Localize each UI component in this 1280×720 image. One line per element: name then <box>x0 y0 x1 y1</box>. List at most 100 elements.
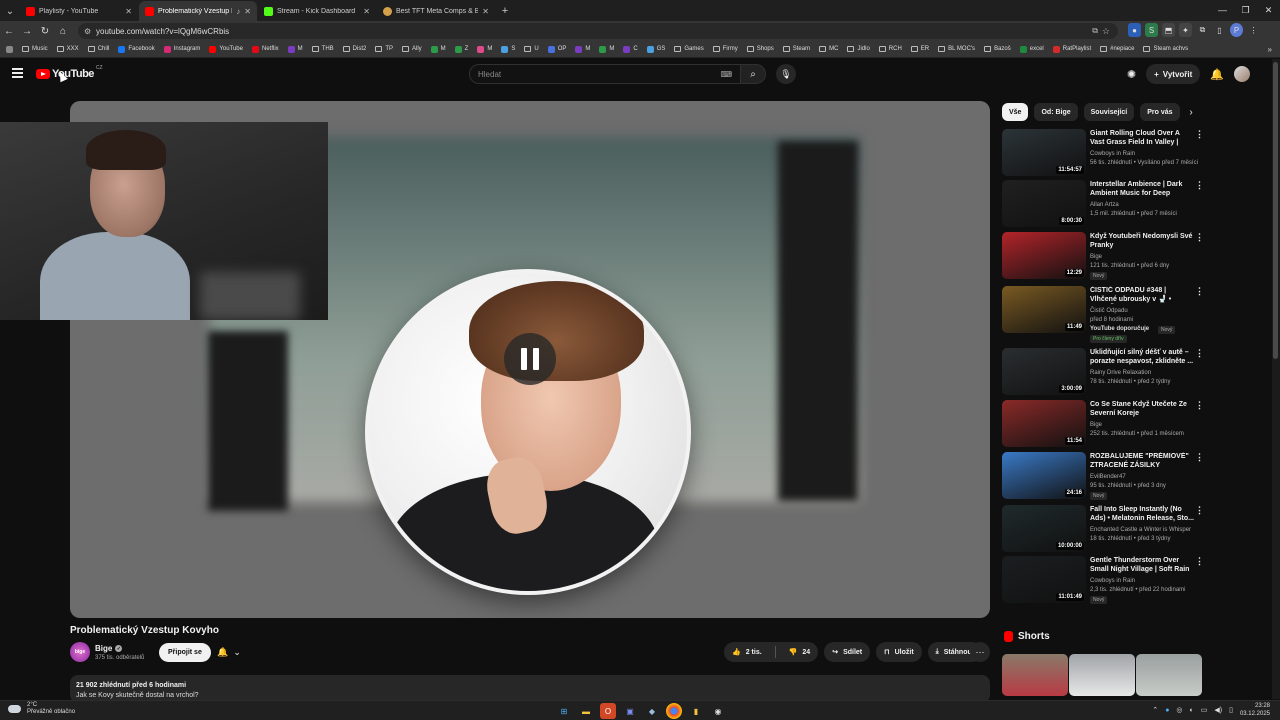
more-bookmarks-icon[interactable]: » <box>1268 45 1272 54</box>
bookmark-item[interactable]: M <box>575 45 590 53</box>
recommendation-channel[interactable]: EvilBender47 <box>1090 474 1126 480</box>
recommendation-title[interactable]: Co Se Stane Když Utečete Ze Severní Kore… <box>1090 400 1194 418</box>
more-options-icon[interactable]: ⋮ <box>1195 348 1204 359</box>
url-input[interactable]: ⚙ youtube.com/watch?v=lQgM6wCRbis ⧉ ☆ <box>78 23 1118 39</box>
search-button[interactable]: ⌕ <box>740 64 766 84</box>
bookmark-item[interactable]: Facebook <box>118 45 155 53</box>
bookmark-item[interactable]: Netflix <box>251 45 279 53</box>
network-icon[interactable]: ▭ <box>1201 706 1208 714</box>
chrome-icon[interactable] <box>666 703 682 719</box>
filter-chip[interactable]: Vše <box>1002 103 1029 121</box>
recommendation-title[interactable]: ČISTIČ ODPADU #348 | Vlhčené ubrousky v … <box>1090 286 1194 304</box>
bookmark-item[interactable]: C <box>623 45 638 53</box>
office-icon[interactable]: O <box>600 703 616 719</box>
recommendation-channel[interactable]: Bige <box>1090 422 1102 428</box>
recommendation-item[interactable]: 11:01:49 Gentle Thunderstorm Over Small N… <box>1002 556 1204 606</box>
more-options-icon[interactable]: ⋮ <box>1195 286 1204 297</box>
recommendation-channel[interactable]: Rainy Drive Relaxation <box>1090 370 1151 376</box>
more-options-icon[interactable]: ⋮ <box>1195 452 1204 463</box>
more-options-icon[interactable]: ⋮ <box>1195 129 1204 140</box>
sidepanel-icon[interactable]: ▯ <box>1213 23 1226 37</box>
apps-icon[interactable] <box>6 45 13 53</box>
recommendation-title[interactable]: Fall Into Sleep Instantly (No Ads) • Mel… <box>1090 505 1194 523</box>
extension-icon[interactable]: ✦ <box>1179 23 1192 37</box>
create-button[interactable]: + Vytvořit <box>1146 64 1201 84</box>
bookmark-item[interactable]: Ally <box>402 46 422 52</box>
filter-chip[interactable]: Pro vás <box>1140 103 1180 121</box>
bookmark-item[interactable]: TP <box>375 46 393 52</box>
volume-icon[interactable]: ◀) <box>1214 706 1222 714</box>
short-thumbnail[interactable] <box>1136 654 1202 696</box>
close-window-icon[interactable]: ✕ <box>1257 0 1280 20</box>
more-options-icon[interactable]: ⋮ <box>1195 180 1204 191</box>
bookmark-item[interactable]: Jidlo <box>847 46 870 52</box>
profile-icon[interactable]: P <box>1230 23 1243 37</box>
tray-chevron-icon[interactable]: ⌃ <box>1152 706 1158 714</box>
video-thumbnail[interactable]: 24:16 <box>1002 452 1086 499</box>
video-thumbnail[interactable]: 8:00:30 <box>1002 180 1086 227</box>
extension-icon[interactable]: ⬒ <box>1162 23 1175 37</box>
bookmark-item[interactable]: Shops <box>746 46 774 52</box>
bookmark-item[interactable]: #nepiace <box>1100 46 1134 52</box>
bookmark-item[interactable]: ER <box>910 46 929 52</box>
bookmark-item[interactable]: Games <box>674 46 704 52</box>
browser-tab-active[interactable]: Problematický Vzestup Kov ♪ ✕ <box>139 1 257 21</box>
account-avatar[interactable] <box>1234 66 1250 82</box>
video-thumbnail[interactable]: 11:01:49 <box>1002 556 1086 603</box>
browser-tab[interactable]: Best TFT Meta Comps & Build ✕ <box>377 1 495 21</box>
menu-icon[interactable] <box>12 68 23 80</box>
scrollbar-thumb[interactable] <box>1273 62 1278 359</box>
recommendation-item[interactable]: 10:00:00 Fall Into Sleep Instantly (No Ad… <box>1002 505 1204 555</box>
video-thumbnail[interactable]: 11:49 <box>1002 286 1086 333</box>
tab-close-icon[interactable]: ✕ <box>482 7 489 16</box>
description-box[interactable]: 21 902 zhlédnutí před 6 hodinami Jak se … <box>70 675 990 703</box>
short-thumbnail[interactable] <box>1069 654 1135 696</box>
video-thumbnail[interactable]: 10:00:00 <box>1002 505 1086 552</box>
channel-name[interactable]: Bige ✓ <box>95 644 123 653</box>
subscription-bell-button[interactable]: 🔔 ⌄ <box>212 643 246 662</box>
cast-icon[interactable]: ✺ <box>1127 68 1136 81</box>
save-app-icon[interactable]: ▣ <box>622 703 638 719</box>
bookmark-item[interactable]: RCH <box>878 46 902 52</box>
more-options-icon[interactable]: ⋮ <box>1195 232 1204 243</box>
browser-tab[interactable]: Stream - Kick Dashboard ✕ <box>258 1 376 21</box>
recommendation-title[interactable]: Když Youtubeři Nedomysli Své Pranky <box>1090 232 1194 250</box>
share-button[interactable]: ↪ Sdílet <box>824 642 871 662</box>
kebab-menu-icon[interactable]: ⋮ <box>1247 23 1260 37</box>
tab-close-icon[interactable]: ✕ <box>125 7 132 16</box>
minimize-icon[interactable]: — <box>1211 0 1234 20</box>
tab-close-icon[interactable]: ✕ <box>244 7 251 16</box>
bookmark-item[interactable]: XXX <box>56 46 79 52</box>
recommendation-item[interactable]: 11:49 ČISTIČ ODPADU #348 | Vlhčené ubrous… <box>1002 286 1204 343</box>
recommendation-title[interactable]: Uklidňující silný déšť v autě – porazte … <box>1090 348 1194 366</box>
bookmark-item[interactable]: M <box>599 45 614 53</box>
recommendation-title[interactable]: ROZBALUJEME "PRÉMIOVÉ" ZTRACENÉ ZÁSILKY <box>1090 452 1194 470</box>
bookmark-item[interactable]: OP <box>547 45 566 53</box>
recommendation-item[interactable]: 3:00:09 Uklidňující silný déšť v autě – p… <box>1002 348 1204 398</box>
reload-icon[interactable]: ↻ <box>36 26 54 37</box>
filter-chip[interactable]: Související <box>1083 103 1135 121</box>
bookmark-item[interactable]: Instagram <box>163 45 200 53</box>
pause-icon[interactable] <box>504 333 556 385</box>
restore-icon[interactable]: ❐ <box>1234 0 1257 20</box>
file-explorer-icon[interactable]: ▬ <box>578 703 594 719</box>
recommendation-item[interactable]: 24:16 ROZBALUJEME "PRÉMIOVÉ" ZTRACENÉ ZÁS… <box>1002 452 1204 502</box>
more-options-icon[interactable]: ⋮ <box>1195 400 1204 411</box>
youtube-logo[interactable]: YouTube CZ <box>36 65 103 80</box>
bookmark-item[interactable]: Firmy <box>712 46 738 52</box>
video-thumbnail[interactable]: 3:00:09 <box>1002 348 1086 395</box>
bookmark-item[interactable]: YouTube <box>209 45 243 53</box>
keyboard-icon[interactable]: ⌨ <box>720 70 732 79</box>
bookmark-item[interactable]: Chill <box>87 46 109 52</box>
browser-tab[interactable]: Playlisty - YouTube ✕ <box>20 1 138 21</box>
bookmark-item[interactable]: Z <box>454 45 468 53</box>
save-button[interactable]: ⊓ Uložit <box>876 642 922 662</box>
tray-app-icon[interactable]: ◐ <box>1190 707 1194 714</box>
video-thumbnail[interactable]: 11:54 <box>1002 400 1086 447</box>
search-input[interactable]: Hledat ⌨ <box>469 64 741 84</box>
recommendation-item[interactable]: 11:54 Co Se Stane Když Utečete Ze Severní… <box>1002 400 1204 450</box>
clock[interactable]: 23:28 03.12.2025 <box>1240 702 1270 718</box>
short-thumbnail[interactable] <box>1002 654 1068 696</box>
bookmark-item[interactable]: Bazoš <box>984 46 1011 52</box>
bookmark-item[interactable]: S <box>501 45 515 53</box>
